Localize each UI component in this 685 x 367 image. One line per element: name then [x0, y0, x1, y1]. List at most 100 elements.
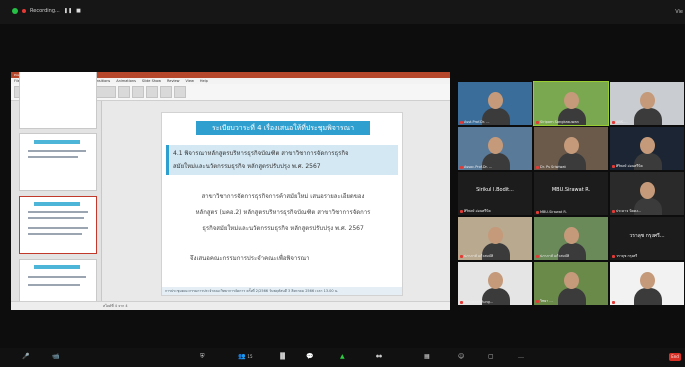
participant-tile[interactable]: วิทยา ... — [534, 262, 608, 305]
participant-tile[interactable]: Siriporn Sangkasuwan — [533, 81, 609, 126]
slide-thumbnail[interactable] — [19, 72, 97, 129]
participant-face — [640, 182, 655, 199]
pause-recording-button[interactable]: ❚❚ — [64, 8, 72, 14]
record-button[interactable]: ⏺⏺ — [376, 353, 382, 361]
participant-face — [488, 92, 503, 109]
find-icon[interactable] — [146, 86, 158, 98]
meeting-top-bar: Recording... ❚❚ ■ Vie — [0, 0, 685, 24]
slide-thumbnail[interactable] — [19, 133, 97, 191]
designer-icon[interactable] — [174, 86, 186, 98]
participant-tile[interactable]: Assoc.Prof.Dr. ... — [458, 127, 532, 170]
end-meeting-button[interactable]: End — [669, 353, 681, 361]
thumb-header — [34, 140, 80, 144]
participant-tile[interactable]: Dr. Ps Sriwiwat — [534, 127, 608, 170]
participant-tile[interactable]: วราลุช กรุงศรี... วราลุช กรุงศรี — [610, 217, 684, 260]
participant-name-text: วราลุช กรุงศรี — [616, 254, 638, 258]
tab-help[interactable]: Help — [200, 78, 208, 84]
security-button[interactable]: ⛨ — [200, 353, 205, 361]
stop-recording-button[interactable]: ■ — [76, 8, 81, 14]
muted-mic-icon — [460, 120, 463, 124]
muted-mic-icon — [612, 120, 615, 124]
recording-label: Recording... — [30, 8, 60, 14]
share-screen-button[interactable]: ▲ — [340, 353, 345, 360]
participant-name-text: Siriporn Sangkasuwan — [540, 120, 579, 124]
participant-name-text: ABS-... — [616, 120, 628, 124]
muted-mic-icon — [612, 164, 615, 168]
participant-face — [564, 92, 579, 109]
mute-button[interactable]: 🎤 — [22, 353, 29, 360]
participant-face — [640, 137, 655, 154]
slide-body-line: ธุรกิจสมัยใหม่และนวัตกรรมธุรกิจ หลักสูตร… — [202, 225, 364, 232]
participant-name: Asst.Prof.Dr. ... — [460, 120, 490, 124]
muted-mic-icon — [536, 254, 539, 258]
shapes-icon[interactable] — [118, 86, 130, 98]
participant-face — [564, 137, 579, 154]
participant-face — [564, 227, 579, 244]
muted-mic-icon — [612, 254, 615, 258]
participant-name: Assoc.Prof.Dr. ... — [460, 165, 492, 169]
video-button[interactable]: 📹 — [52, 353, 59, 360]
thumb-line — [28, 227, 88, 229]
participant-name: ปภาภาส์ แก้วสมบัติ — [460, 253, 493, 259]
participant-tile[interactable]: Sirikul I.Bodit... ศิริพงษ์ อ่อนศรีนิล — [458, 172, 532, 215]
slide-title: ระเบียบวาระที่ 4 เรื่องเสนอให้ที่ประชุมพ… — [196, 121, 370, 135]
participant-name: ศิริพงษ์ อ่อนศรีนิล — [612, 163, 643, 169]
slide-thumbnail-selected[interactable] — [19, 196, 97, 254]
dictate-icon[interactable] — [160, 86, 172, 98]
participant-name-text: วิทยา ... — [540, 299, 553, 303]
arrange-icon[interactable] — [132, 86, 144, 98]
participant-tile[interactable]: ปภาภาส์ แก้วสมบัติ — [458, 217, 532, 260]
participant-tile[interactable]: MNB ... — [610, 262, 684, 305]
slide-body-line: สาขาวิชาการจัดการธุรกิจการค้าสมัยใหม่ เส… — [201, 193, 365, 200]
participant-name-text: ศิริพงษ์ อ่อนศรีนิล — [616, 164, 643, 168]
participant-name: MNB ... — [612, 300, 629, 304]
apps-button[interactable]: ▦ — [424, 353, 430, 360]
chat-button[interactable]: 💬 — [306, 353, 313, 360]
more-button[interactable]: … — [518, 353, 524, 360]
participant-display-name: Sirikul I.Bodit... — [476, 187, 514, 193]
participant-face — [640, 92, 655, 109]
muted-mic-icon — [536, 165, 539, 169]
participant-name-text: ประดาจ นิลคง... — [616, 209, 642, 213]
participant-tile[interactable]: ศิริพงษ์ อ่อนศรีนิล — [610, 127, 684, 170]
recording-indicator: Recording... ❚❚ ■ — [12, 8, 81, 14]
participant-tile[interactable]: MBU.Sirawat R. MBU.Sirawat R. — [534, 172, 608, 215]
participants-count: 15 — [247, 354, 253, 359]
participant-tile[interactable]: ประดาจ นิลคง... — [610, 172, 684, 215]
participant-name: Siriporn Sangkasuwan — [536, 120, 579, 124]
view-button[interactable]: Vie — [675, 9, 683, 15]
participant-tile[interactable]: Asst.Prof.Dr. ... — [458, 82, 532, 125]
participant-video — [634, 108, 662, 125]
meeting-controls: 🎤 📹 ⛨ 👥 15 ▐▌ 💬 ▲ ⏺⏺ ▦ ☺ ▢ … End — [0, 348, 685, 367]
participants-button[interactable]: 👥 15 — [238, 353, 253, 360]
thumb-line — [28, 211, 88, 213]
participant-name-text: ศิริพงษ์ อ่อนศรีนิล — [464, 209, 491, 213]
tab-animations[interactable]: Animations — [116, 78, 136, 84]
current-slide: ระเบียบวาระที่ 4 เรื่องเสนอให้ที่ประชุมพ… — [161, 112, 403, 296]
participant-tile[interactable]: Kamolrat Rung... — [458, 262, 532, 305]
muted-mic-icon — [536, 210, 539, 214]
participant-face — [488, 227, 503, 244]
participants-icon: 👥 — [238, 353, 246, 360]
whiteboard-button[interactable]: ▢ — [488, 353, 494, 360]
thumb-line — [28, 150, 86, 152]
participant-tile[interactable]: ABS-... — [610, 82, 684, 125]
participant-name-text: Dr. Ps Sriwiwat — [540, 165, 566, 169]
polls-button[interactable]: ▐▌ — [278, 353, 287, 360]
participant-name: วิทยา ... — [536, 298, 553, 304]
muted-mic-icon — [536, 120, 539, 124]
thumb-line — [28, 217, 84, 219]
participant-face — [640, 272, 655, 289]
muted-mic-icon — [460, 254, 463, 258]
reactions-button[interactable]: ☺ — [458, 353, 464, 360]
tab-slide-show[interactable]: Slide Show — [142, 78, 161, 84]
thumb-line — [28, 156, 78, 158]
slide-subtitle: 4.1 พิจารณาหลักสูตรบริหารธุรกิจบัณฑิต สา… — [166, 145, 398, 175]
tab-review[interactable]: Review — [167, 78, 180, 84]
participant-tile[interactable]: ปภาภาส์ แก้วสมบัติ — [534, 217, 608, 260]
tab-view[interactable]: View — [186, 78, 194, 84]
slide-subtitle-line: 4.1 พิจารณาหลักสูตรบริหารธุรกิจบัณฑิต สา… — [173, 150, 349, 157]
slide-footer: การประชุมคณะกรรมการประจำคณะวิทยาการจัดกา… — [162, 287, 402, 295]
shield-icon — [12, 8, 18, 14]
participant-name: ABS-... — [612, 120, 628, 124]
